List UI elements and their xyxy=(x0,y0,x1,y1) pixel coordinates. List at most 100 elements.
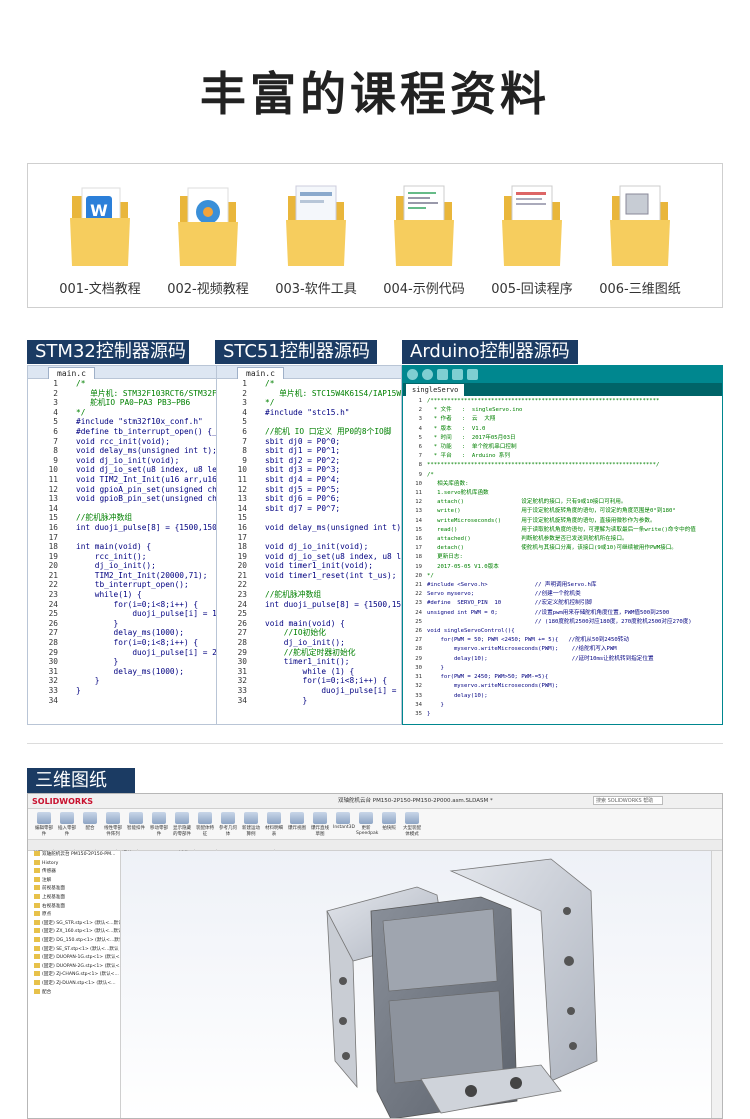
folder-software-icon xyxy=(286,185,346,266)
part-icon xyxy=(34,954,40,960)
line-number: 11 xyxy=(237,474,247,484)
file-tab[interactable]: main.c xyxy=(237,367,284,379)
tree-item[interactable]: 右视基准面 xyxy=(28,902,120,912)
tool-icon xyxy=(37,812,51,824)
tree-item-label: 传感器 xyxy=(42,869,56,875)
part-icon xyxy=(34,911,40,917)
line-number: 29 xyxy=(415,655,422,662)
code-line: write() 用于设定舵机旋转角度的语句，可设定的角度范围是0°到180° xyxy=(427,508,676,515)
line-number: 34 xyxy=(48,695,58,705)
upload-icon[interactable] xyxy=(422,369,433,380)
tree-item[interactable]: 双轴舵机云台 PM150-2P150-PM... xyxy=(28,851,120,860)
task-pane[interactable] xyxy=(711,851,722,1118)
tree-item[interactable]: History xyxy=(28,859,120,869)
folder-item-readback[interactable]: 005-回读程序 xyxy=(476,182,586,302)
section-header-arduino: Arduino控制器源码 xyxy=(402,340,578,364)
line-gutter: 1 2 3 4 5 6 7 8 9 10 11 12 13 14 15 16 17 18 19 20 21 22 23 24 2… xyxy=(28,379,72,716)
file-tab[interactable]: main.c xyxy=(48,367,95,379)
line-number: 8 xyxy=(242,446,247,456)
ribbon-button-label: 爆炸视图 xyxy=(288,826,306,831)
ribbon-button[interactable]: 参考几何体 xyxy=(218,812,238,837)
code-line: //舵机脉冲数组 xyxy=(265,590,322,600)
code-line: delay_ms(1000); xyxy=(76,628,184,638)
code-line: while (1) { xyxy=(265,666,355,676)
code-line: * 作者 : 云 大翔 xyxy=(427,416,496,423)
code-line: /* xyxy=(76,379,86,388)
line-number: 18 xyxy=(415,554,422,561)
line-number: 22 xyxy=(48,580,58,590)
tree-item[interactable]: 原点 xyxy=(28,911,120,920)
line-number: 11 xyxy=(415,490,422,497)
tree-item[interactable]: 传感器 xyxy=(28,868,120,877)
cad-viewport[interactable] xyxy=(121,851,712,1118)
line-number: 1 xyxy=(53,379,58,388)
folder-readback-icon xyxy=(502,185,562,266)
ribbon-button-label: Instant3D xyxy=(333,825,355,830)
ribbon-button[interactable]: 装配体特征 xyxy=(195,812,215,837)
ribbon-button[interactable]: 线性零部件阵列 xyxy=(103,812,123,837)
code-area[interactable]: /* **************************************… xyxy=(427,397,722,716)
line-number: 16 xyxy=(237,522,247,532)
ribbon-button[interactable]: 智能扣件 xyxy=(126,812,146,831)
tree-item[interactable]: (固定) DUOPAN-2G.stp<1> (默认<... xyxy=(28,962,120,972)
tree-item[interactable]: 注解 xyxy=(28,876,120,886)
ribbon-button[interactable]: 新建运动算例 xyxy=(241,812,261,837)
code-line: #include "stc15.h" xyxy=(265,407,350,417)
folder-item-software[interactable]: 003-软件工具 xyxy=(260,182,370,302)
folder-item-code[interactable]: 004-示例代码 xyxy=(368,182,478,302)
folder-item-3d[interactable]: 006-三维图纸 xyxy=(584,182,694,302)
line-number: 21 xyxy=(415,582,422,589)
ribbon-button[interactable]: 爆炸直线草图 xyxy=(310,812,330,837)
part-icon xyxy=(34,885,40,891)
line-number: 7 xyxy=(242,436,247,446)
sketch-tab[interactable]: singleServo xyxy=(406,384,465,396)
tree-item[interactable]: 配合 xyxy=(28,988,120,998)
line-number: 28 xyxy=(237,638,247,648)
help-search-input[interactable]: 搜索 SOLIDWORKS 帮助 xyxy=(593,796,663,805)
ribbon-button[interactable]: 配合 xyxy=(80,812,100,831)
ribbon-button[interactable]: 大型装配体模式 xyxy=(402,812,422,837)
solidworks-logo: SOLIDWORKS xyxy=(32,797,94,806)
ribbon-button-label: 新建运动算例 xyxy=(242,826,260,837)
ribbon-button[interactable]: 爆炸视图 xyxy=(287,812,307,831)
ribbon-button-label: 移动零部件 xyxy=(150,826,168,837)
folder-item-docs[interactable]: W 001-文档教程 xyxy=(44,182,154,302)
tool-icon xyxy=(405,812,419,824)
code-line: void delay_ms(unsigned int t); xyxy=(265,522,401,532)
ribbon-button[interactable]: 移动零部件 xyxy=(149,812,169,837)
ribbon-button[interactable]: 插入零部件 xyxy=(57,812,77,837)
tree-item[interactable]: (固定) SE_ST.stp<1> (默认<...默认 xyxy=(28,945,120,955)
tool-icon xyxy=(290,812,304,824)
folder-item-video[interactable]: 002-视频教程 xyxy=(152,182,262,302)
ribbon-button-label: 爆炸直线草图 xyxy=(311,826,329,837)
code-line: */ xyxy=(427,572,434,579)
ribbon-button[interactable]: 更新Speedpak xyxy=(356,812,378,836)
tree-item[interactable]: (固定) ZJ-CHANG.stp<1> (默认<... xyxy=(28,971,120,980)
tree-item[interactable]: (固定) ZJ-DUAN.stp<1> (默认<... xyxy=(28,979,120,989)
ribbon-button[interactable]: Instant3D xyxy=(333,812,355,830)
ribbon-button[interactable]: 材料明细表 xyxy=(264,812,284,837)
code-line: * 时间 : 2017年05月03日 xyxy=(427,434,516,441)
open-icon[interactable] xyxy=(452,369,463,380)
tree-item[interactable]: (固定) ZX_160.stp<1> (默认<...默认 xyxy=(28,928,120,937)
ribbon-button[interactable]: 显示隐藏的零部件 xyxy=(172,812,192,837)
line-number: 19 xyxy=(237,551,247,561)
tree-item[interactable]: (固定) DUOPAN-1G.stp<1> (默认<... xyxy=(28,954,120,963)
tree-item[interactable]: 前视基准面 xyxy=(28,885,120,894)
line-number: 20 xyxy=(48,561,58,571)
tree-item[interactable]: (固定) DG_150.stp<1> (默认<...默认 xyxy=(28,936,120,946)
tree-item-label: 前视基准面 xyxy=(42,886,65,892)
line-number: 25 xyxy=(237,609,247,619)
ribbon-button[interactable]: 编辑零部件 xyxy=(34,812,54,837)
new-icon[interactable] xyxy=(437,369,448,380)
save-icon[interactable] xyxy=(467,369,478,380)
tree-item[interactable]: (固定) SG_STR.stp<1> (默认<...默认 xyxy=(28,919,120,929)
code-line: void gpioA_pin_set(unsigned ch xyxy=(76,484,217,494)
code-area[interactable]: /* 单片机: STC15W4K61S4/IAP15W4K6 */#include… xyxy=(265,379,401,716)
tree-item[interactable]: 上视基准面 xyxy=(28,893,120,903)
code-area[interactable]: /* 单片机: STM32F103RCT6/STM32F 舵机IO PA0~PA… xyxy=(76,379,217,716)
verify-icon[interactable] xyxy=(407,369,418,380)
ribbon-button[interactable]: 拍快照 xyxy=(379,812,399,831)
tool-icon xyxy=(244,812,258,824)
